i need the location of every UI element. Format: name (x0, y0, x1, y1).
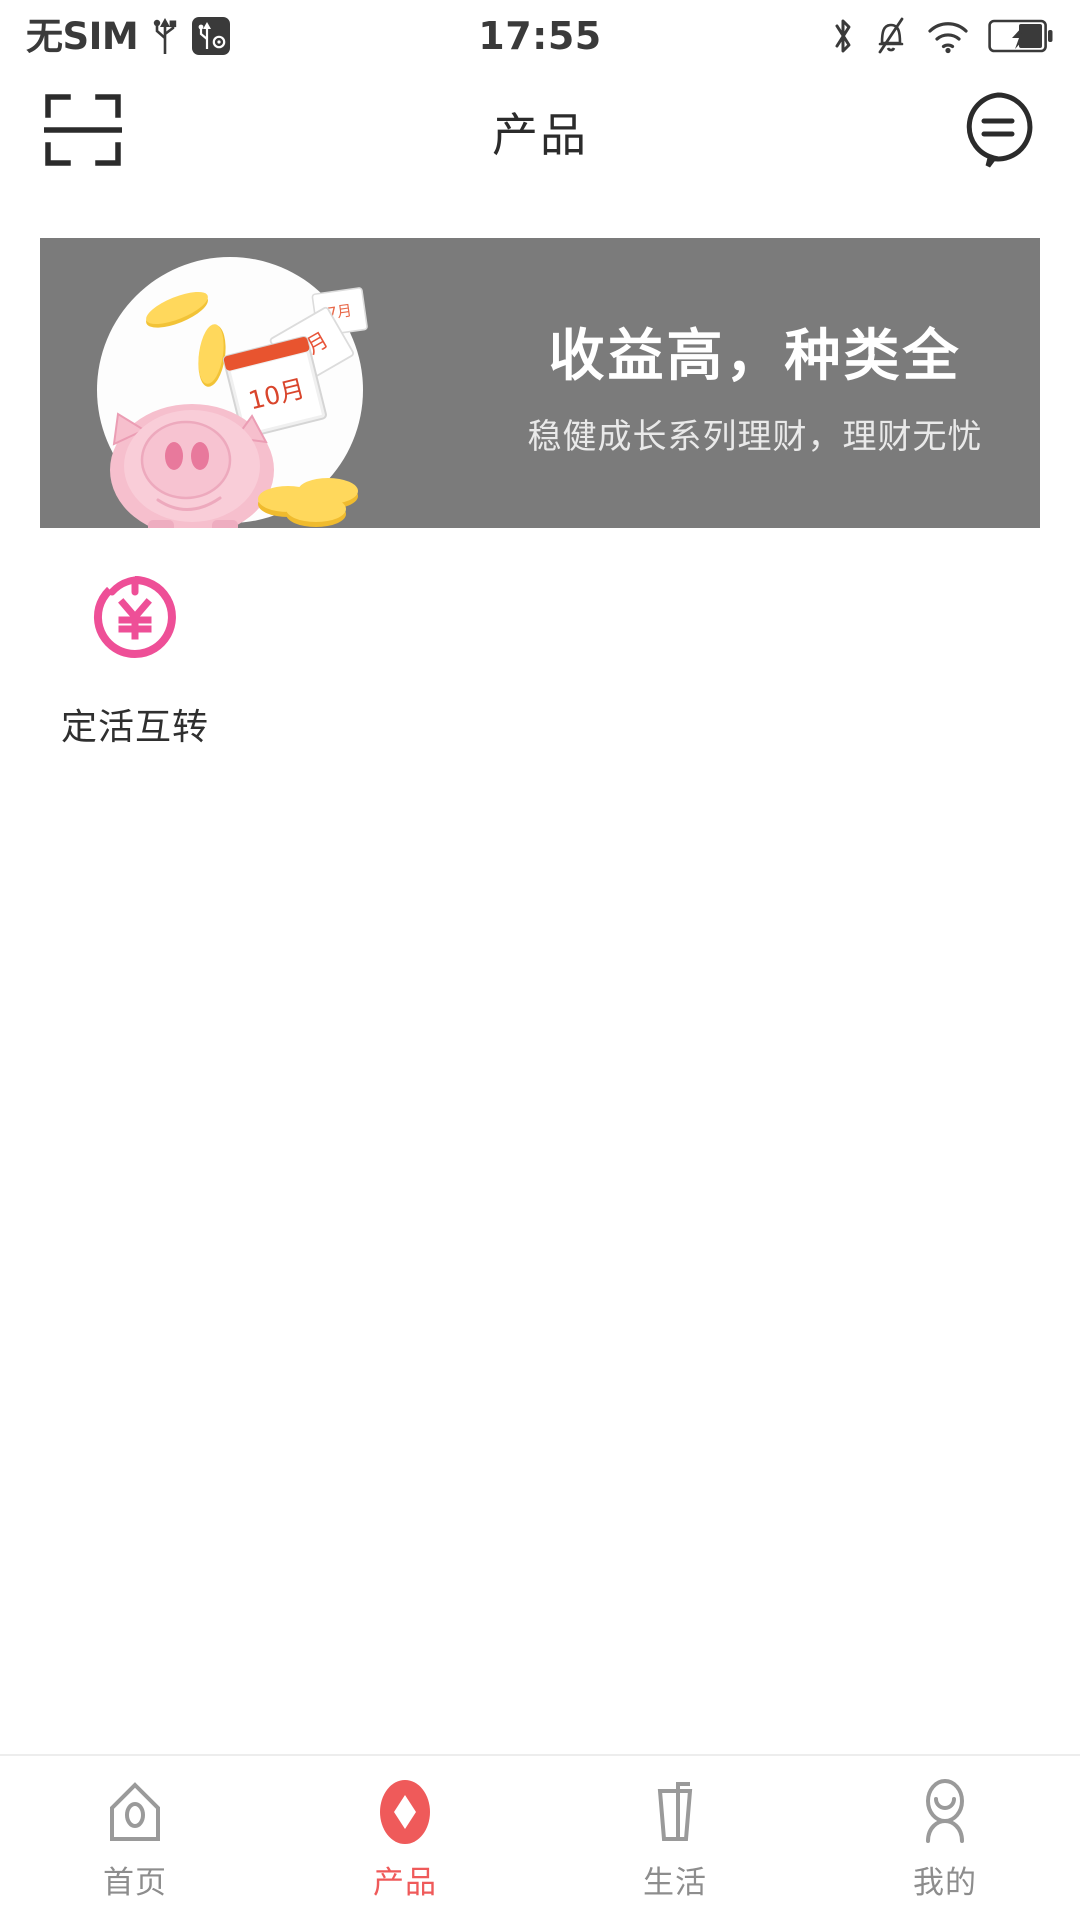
message-bubble-icon (966, 92, 1033, 168)
bluetooth-icon (835, 19, 851, 53)
banner-text-block: 收益高，种类全 稳健成长系列理财，理财无忧 (470, 238, 1040, 528)
page-title: 产品 (492, 108, 588, 162)
scan-qr-icon (43, 94, 123, 166)
status-clock: 17:55 (478, 14, 602, 58)
person-icon (916, 1778, 974, 1843)
status-bar-left: 无SIM (26, 14, 231, 58)
tab-label-home: 首页 (103, 1864, 167, 1901)
status-bar-right (830, 15, 1054, 57)
tab-label-product: 产品 (373, 1864, 437, 1901)
app-header: 产品 (0, 72, 1080, 192)
scan-button[interactable] (43, 91, 123, 173)
banner-title: 收益高，种类全 (548, 323, 962, 389)
tab-product[interactable]: 产品 (270, 1756, 540, 1920)
promo-banner[interactable]: 7月 9月 10月 收益高，种类全 稳健成长系列理财，理财无忧 (40, 238, 1040, 528)
status-bar: 无SIM 17:55 (0, 0, 1080, 72)
mute-bell-icon (878, 17, 904, 54)
tab-label-life: 生活 (643, 1864, 707, 1901)
battery-charging-icon (988, 19, 1053, 53)
feature-item-dinghu-huzhuan[interactable]: 定活互转 (0, 570, 270, 750)
message-button[interactable] (960, 90, 1036, 174)
tab-life[interactable]: 生活 (540, 1756, 810, 1920)
home-icon (106, 1781, 164, 1843)
tab-home[interactable]: 首页 (0, 1756, 270, 1920)
feature-grid: 定活互转 (0, 570, 1080, 750)
bottom-tab-bar: 首页 产品 生活 我的 (0, 1754, 1080, 1920)
yuan-transfer-circle-icon (94, 575, 176, 658)
product-diamond-icon (376, 1779, 434, 1844)
usb-debug-icon (192, 17, 231, 55)
usb-icon (154, 18, 177, 54)
tab-mine[interactable]: 我的 (810, 1756, 1080, 1920)
wifi-icon (928, 22, 968, 54)
piggy-bank-illustration: 7月 9月 10月 (40, 238, 460, 528)
feature-item-label: 定活互转 (60, 707, 209, 748)
banner-subtitle: 稳健成长系列理财，理财无忧 (527, 417, 983, 458)
carrier-label: 无SIM (26, 14, 139, 58)
tab-label-mine: 我的 (913, 1864, 977, 1901)
cup-straw-icon (646, 1781, 704, 1843)
